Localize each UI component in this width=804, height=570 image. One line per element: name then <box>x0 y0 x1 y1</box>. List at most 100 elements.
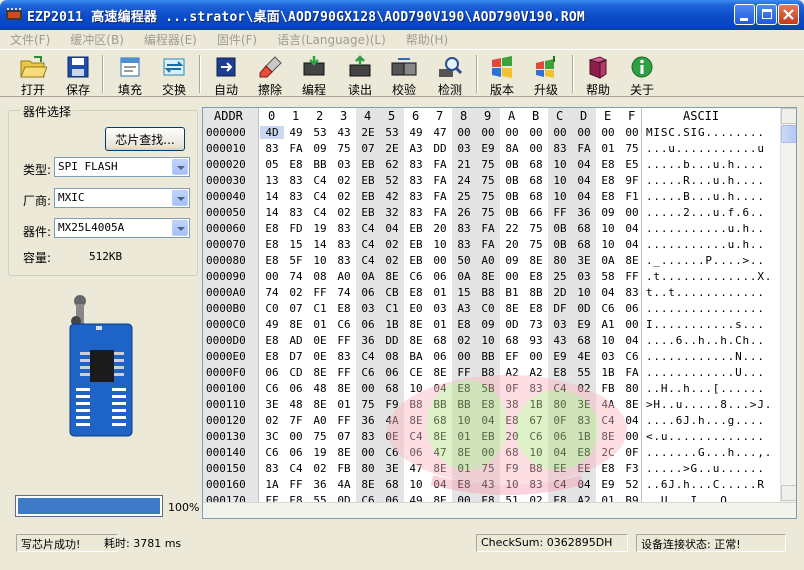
hex-byte[interactable]: 20 <box>428 222 452 235</box>
hex-byte[interactable]: 58 <box>596 270 620 283</box>
hex-byte[interactable]: 00 <box>356 382 380 395</box>
hex-byte[interactable]: 80 <box>548 398 572 411</box>
hex-byte[interactable]: 09 <box>476 318 500 331</box>
hex-byte[interactable]: 83 <box>332 222 356 235</box>
hex-byte[interactable]: 83 <box>524 478 548 491</box>
hex-byte[interactable]: 73 <box>524 318 548 331</box>
hex-byte[interactable]: 03 <box>356 302 380 315</box>
hex-byte[interactable]: 68 <box>572 334 596 347</box>
hex-byte[interactable]: 02 <box>260 414 284 427</box>
hex-byte[interactable]: 10 <box>404 478 428 491</box>
hex-byte[interactable]: 06 <box>284 446 308 459</box>
hex-byte[interactable]: D7 <box>284 350 308 363</box>
hex-byte[interactable]: E8 <box>260 238 284 251</box>
hex-byte[interactable]: 0F <box>548 414 572 427</box>
hex-byte[interactable]: E8 <box>524 270 548 283</box>
hex-byte[interactable]: 10 <box>596 222 620 235</box>
hex-byte[interactable]: 26 <box>452 206 476 219</box>
hex-byte[interactable]: CE <box>404 366 428 379</box>
hex-byte[interactable]: 04 <box>380 222 404 235</box>
hex-byte[interactable]: 68 <box>428 414 452 427</box>
hex-byte[interactable]: 04 <box>428 478 452 491</box>
hex-byte[interactable]: 75 <box>524 238 548 251</box>
upgrade-button[interactable]: 升级 <box>524 53 568 97</box>
hex-byte[interactable]: 74 <box>260 286 284 299</box>
hex-byte[interactable]: 7F <box>284 414 308 427</box>
hex-byte[interactable]: FA <box>572 142 596 155</box>
hex-byte[interactable]: C6 <box>380 446 404 459</box>
hex-byte[interactable]: 10 <box>572 286 596 299</box>
hex-byte[interactable]: 75 <box>524 222 548 235</box>
hex-byte[interactable]: FA <box>428 158 452 171</box>
hex-byte[interactable]: E9 <box>596 478 620 491</box>
hex-byte[interactable]: F9 <box>500 462 524 475</box>
hex-byte[interactable]: 8E <box>428 430 452 443</box>
hex-byte[interactable]: 01 <box>308 318 332 331</box>
hex-byte[interactable]: 83 <box>524 382 548 395</box>
hex-byte[interactable]: 49 <box>260 318 284 331</box>
type-select[interactable]: SPI FLASH <box>54 157 190 177</box>
hex-byte[interactable]: E8 <box>452 382 476 395</box>
hex-byte[interactable]: 0B <box>500 174 524 187</box>
hex-byte[interactable]: 03 <box>548 318 572 331</box>
help-button[interactable]: 帮助 <box>576 53 620 97</box>
swap-button[interactable]: 交换 <box>152 53 196 97</box>
hex-byte[interactable]: FF <box>620 270 644 283</box>
hex-byte[interactable]: 8E <box>476 270 500 283</box>
hex-byte[interactable]: 14 <box>308 238 332 251</box>
hex-byte[interactable]: 4E <box>572 350 596 363</box>
hex-byte[interactable]: E9 <box>548 350 572 363</box>
hex-byte[interactable]: 06 <box>620 302 644 315</box>
hex-byte[interactable]: 01 <box>428 286 452 299</box>
hex-byte[interactable]: C4 <box>308 174 332 187</box>
hex-byte[interactable]: 83 <box>548 142 572 155</box>
hex-byte[interactable]: 3E <box>380 462 404 475</box>
close-button[interactable] <box>778 4 799 25</box>
hex-byte[interactable]: C4 <box>356 238 380 251</box>
hex-byte[interactable]: 5F <box>284 254 308 267</box>
hex-byte[interactable]: DD <box>380 334 404 347</box>
hex-byte[interactable]: 24 <box>452 174 476 187</box>
hex-byte[interactable]: 0A <box>596 254 620 267</box>
hex-byte[interactable]: A0 <box>308 414 332 427</box>
hex-byte[interactable]: 67 <box>524 414 548 427</box>
hex-byte[interactable]: 21 <box>452 158 476 171</box>
auto-button[interactable]: 自动 <box>204 53 248 97</box>
hex-byte[interactable]: 80 <box>620 382 644 395</box>
hex-byte[interactable]: 8E <box>404 334 428 347</box>
about-button[interactable]: 关于 <box>620 53 664 97</box>
hex-byte[interactable]: FA <box>428 174 452 187</box>
hex-byte[interactable]: 75 <box>356 398 380 411</box>
hex-byte[interactable]: EB <box>476 430 500 443</box>
hex-byte[interactable]: 00 <box>452 350 476 363</box>
row-ascii[interactable]: .....2...u.f.6.. <box>646 206 765 219</box>
hex-byte[interactable]: 83 <box>404 174 428 187</box>
hex-byte[interactable]: C6 <box>524 430 548 443</box>
hex-byte[interactable]: E8 <box>596 174 620 187</box>
hex-byte[interactable]: E8 <box>476 398 500 411</box>
hex-byte[interactable]: 0B <box>548 238 572 251</box>
hex-byte[interactable]: 68 <box>500 446 524 459</box>
hex-byte[interactable]: 09 <box>308 142 332 155</box>
hex-byte[interactable]: 04 <box>620 414 644 427</box>
hex-byte[interactable]: C4 <box>308 190 332 203</box>
hex-byte[interactable]: 75 <box>332 142 356 155</box>
scroll-down-button[interactable] <box>781 485 796 501</box>
hex-byte[interactable]: 83 <box>332 254 356 267</box>
hex-byte[interactable]: C0 <box>260 302 284 315</box>
hex-byte[interactable]: 06 <box>428 270 452 283</box>
menu-programmer[interactable]: 编程器(E) <box>144 31 197 48</box>
hex-byte[interactable]: 8E <box>284 318 308 331</box>
hex-byte[interactable]: C6 <box>260 446 284 459</box>
hex-byte[interactable]: C4 <box>356 350 380 363</box>
hex-byte[interactable]: C4 <box>596 414 620 427</box>
hex-byte[interactable]: 4A <box>596 398 620 411</box>
hex-byte[interactable]: 8E <box>332 382 356 395</box>
hex-byte[interactable]: 83 <box>572 414 596 427</box>
hex-byte[interactable]: 55 <box>572 366 596 379</box>
row-ascii[interactable]: .....B...u.h.... <box>646 190 765 203</box>
hex-byte[interactable]: 04 <box>572 174 596 187</box>
hex-byte[interactable]: 00 <box>548 126 572 139</box>
row-ascii[interactable]: ...u...........u <box>646 142 765 155</box>
hex-byte[interactable]: 74 <box>332 286 356 299</box>
